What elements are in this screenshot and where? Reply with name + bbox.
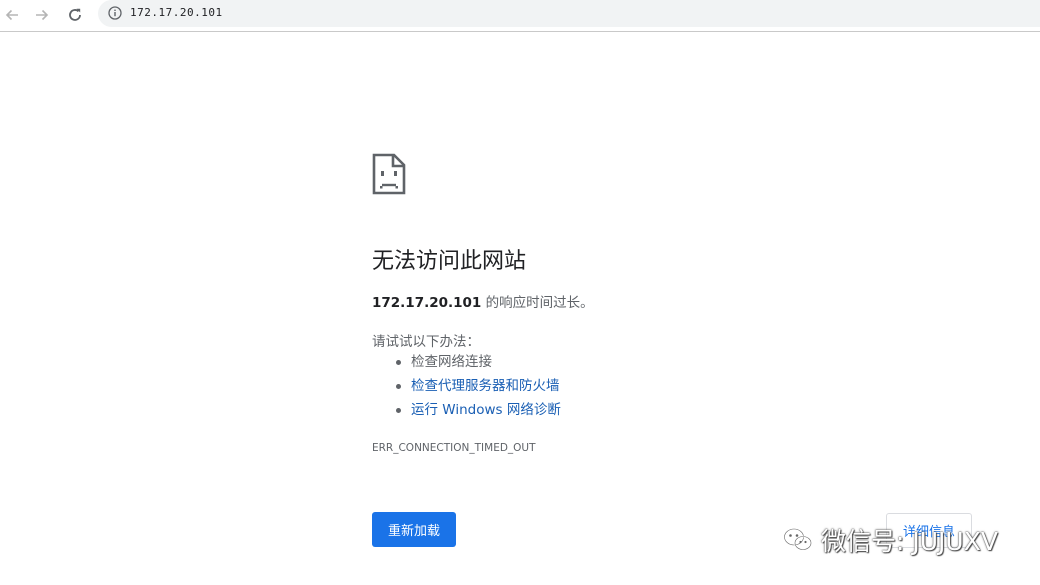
reload-page-button[interactable] [63, 3, 87, 27]
back-arrow-icon [5, 9, 18, 21]
reload-icon [69, 8, 81, 21]
url-text[interactable]: 172.17.20.101 [130, 6, 223, 19]
wechat-icon [783, 528, 812, 551]
suggestion-check-proxy-firewall[interactable]: 检查代理服务器和防火墙 [372, 376, 561, 400]
error-title: 无法访问此网站 [372, 249, 527, 274]
forward-arrow-icon [36, 9, 49, 21]
suggestions-heading: 请试试以下办法： [372, 334, 480, 350]
address-bar[interactable]: 172.17.20.101 [98, 0, 1040, 27]
browser-toolbar: 172.17.20.101 [0, 0, 1040, 32]
wechat-watermark: 微信号: JUJUXV [783, 520, 998, 560]
forward-button[interactable] [30, 3, 54, 27]
sad-page-icon [372, 153, 406, 195]
back-button[interactable] [0, 3, 24, 27]
suggestion-check-connection: 检查网络连接 [372, 352, 561, 376]
summary-text: 的响应时间过长。 [481, 295, 594, 311]
reload-button[interactable]: 重新加载 [372, 512, 456, 547]
suggestion-run-diagnostics[interactable]: 运行 Windows 网络诊断 [372, 400, 561, 424]
suggestions-list: 检查网络连接 检查代理服务器和防火墙 运行 Windows 网络诊断 [372, 352, 561, 424]
info-icon[interactable] [108, 6, 122, 20]
error-summary: 172.17.20.101 的响应时间过长。 [372, 291, 594, 311]
summary-host: 172.17.20.101 [372, 295, 482, 311]
error-code: ERR_CONNECTION_TIMED_OUT [372, 442, 536, 454]
watermark-text: 微信号: JUJUXV [821, 527, 998, 556]
